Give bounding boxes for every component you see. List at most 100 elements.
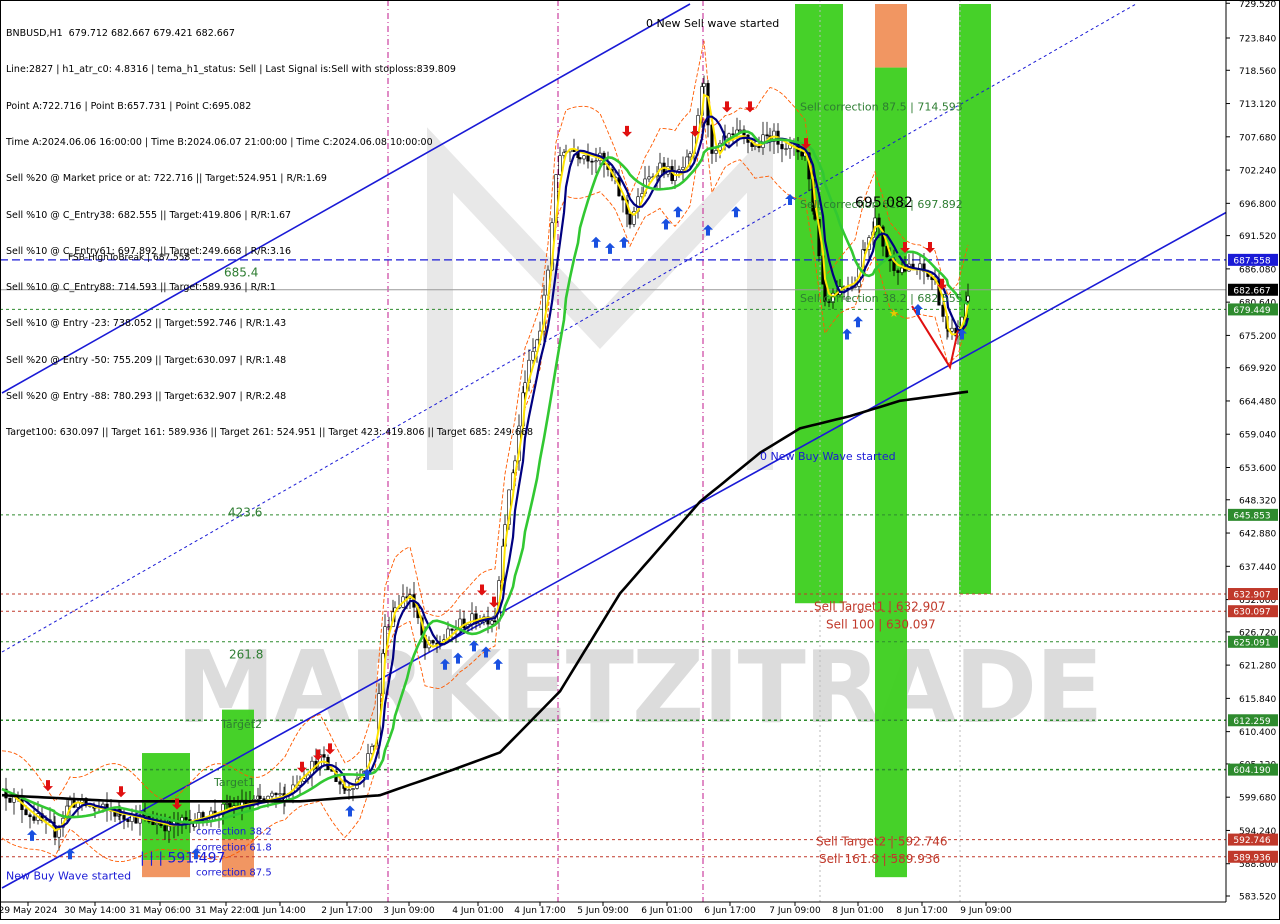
candle-body (184, 817, 188, 820)
info-line: Sell %10 @ Entry -23: 738.052 || Target:… (6, 318, 287, 330)
candle-body (594, 160, 598, 163)
price-tag-label: 682.667 (1233, 286, 1270, 296)
x-tick-label: 8 Jun 01:00 (832, 906, 884, 916)
watermark-text: MARKETZITRADE (176, 629, 1102, 746)
candle-body (450, 628, 454, 631)
chart-annotation: Target2 (220, 718, 262, 731)
candle-body (765, 134, 769, 137)
x-tick-label: 31 May 06:00 (129, 906, 191, 916)
chart-annotation: Target1 (213, 776, 255, 789)
candle-body (155, 822, 159, 825)
x-tick-label: 9 Jun 09:00 (960, 906, 1012, 916)
x-axis-panel (0, 902, 1280, 920)
chart-annotation: 0 New Sell wave started (646, 17, 779, 30)
candle-body (702, 83, 706, 87)
candle-body (941, 304, 945, 317)
y-tick-label: 702.240 (1239, 167, 1276, 177)
price-tag-label: 632.907 (1233, 591, 1270, 601)
candle-body (628, 213, 632, 225)
x-tick-label: 31 May 22:00 (195, 906, 257, 916)
y-tick-label: 610.400 (1239, 728, 1276, 738)
chart-annotation: correction 87.5 (196, 867, 272, 878)
x-tick-label: 7 Jun 09:00 (769, 906, 821, 916)
candle-body (24, 809, 28, 816)
candle-body (126, 819, 130, 822)
candle-body (753, 145, 757, 147)
candle-body (322, 754, 326, 758)
candle-body (738, 129, 742, 132)
candle-body (800, 151, 804, 157)
candle-body (32, 816, 36, 821)
chart-annotation: | | | 591.497 (140, 850, 225, 866)
candle-body (558, 155, 562, 176)
candle-body (151, 821, 155, 825)
y-tick-label: 686.080 (1239, 265, 1276, 275)
candle-body (714, 150, 718, 154)
y-tick-label: 583.520 (1239, 893, 1276, 903)
price-tag-label: 687.558 (1233, 256, 1270, 266)
candle-body (387, 626, 391, 628)
signal-zone-bar (875, 67, 907, 878)
y-tick-label: 718.560 (1239, 67, 1276, 77)
chart-annotation: 261.8 (229, 647, 263, 661)
y-tick-label: 729.520 (1239, 0, 1276, 10)
candle-body (262, 798, 266, 801)
x-tick-label: 30 May 14:00 (64, 906, 126, 916)
x-tick-label: 6 Jun 17:00 (704, 906, 756, 916)
candle-body (896, 270, 900, 273)
candle-body (274, 792, 278, 796)
y-tick-label: 675.200 (1239, 332, 1276, 342)
price-tag-label: 679.449 (1233, 306, 1270, 316)
chart-annotation: Sell Target2 | 592.746 (816, 834, 948, 848)
info-line: BNBUSD,H1 679.712 682.667 679.421 682.66… (6, 28, 235, 40)
x-tick-label: 4 Jun 01:00 (452, 906, 504, 916)
candle-body (966, 295, 970, 302)
candle-body (590, 160, 594, 163)
chart-annotation: Sell 100 | 630.097 (826, 617, 936, 631)
x-tick-label: 2 Jun 17:00 (321, 906, 373, 916)
y-tick-label: 615.840 (1239, 695, 1276, 705)
candle-body (586, 155, 590, 162)
info-line: Point A:722.716 | Point B:657.731 | Poin… (6, 100, 252, 112)
star-marker-icon: ★ (889, 307, 899, 320)
y-tick-label: 691.520 (1239, 232, 1276, 242)
y-tick-label: 637.440 (1239, 563, 1276, 573)
info-line: Sell %20 @ Market price or at: 722.716 |… (6, 173, 327, 185)
info-line: Sell %10 @ C_Entry61: 697.892 || Target:… (6, 245, 292, 257)
price-tag-label: 630.097 (1233, 608, 1270, 618)
candle-body (490, 620, 494, 625)
candle-body (900, 267, 904, 273)
candle-body (731, 133, 735, 136)
y-tick-label: 664.480 (1239, 397, 1276, 407)
price-tag-label: 625.091 (1233, 638, 1270, 648)
y-tick-label: 599.680 (1239, 794, 1276, 804)
y-tick-label: 621.280 (1239, 662, 1276, 672)
price-tag-label: 604.190 (1233, 766, 1270, 776)
x-tick-label: 3 Jun 09:00 (383, 906, 435, 916)
x-tick-label: 4 Jun 17:00 (514, 906, 566, 916)
chart-annotation: 695.082 (855, 195, 913, 211)
info-line: Sell %10 @ C_Entry88: 714.593 || Target:… (6, 282, 276, 294)
signal-zone-bar (875, 4, 907, 68)
candle-body (28, 814, 32, 818)
candle-body (688, 153, 692, 158)
candle-body (780, 144, 784, 150)
candle-body (761, 134, 765, 148)
y-tick-label: 659.040 (1239, 431, 1276, 441)
chart-annotation: Sell Target1 | 632.907 (814, 600, 946, 614)
candle-body (8, 797, 12, 803)
y-tick-label: 696.800 (1239, 200, 1276, 210)
x-tick-label: 29 May 2024 (0, 906, 58, 916)
candle-body (163, 825, 167, 832)
price-tag-label: 612.259 (1233, 717, 1270, 727)
info-line: Sell %20 @ Entry -88: 780.293 || Target:… (6, 391, 287, 402)
candle-body (228, 803, 232, 808)
y-tick-label: 669.920 (1239, 364, 1276, 374)
candle-body (68, 799, 72, 807)
candle-body (647, 176, 651, 180)
candle-body (784, 148, 788, 150)
info-line: Sell %20 @ Entry -50: 755.209 || Target:… (6, 354, 287, 366)
chart-annotation: 0 New Buy Wave started (760, 450, 896, 463)
y-tick-label: 707.680 (1239, 133, 1276, 143)
candle-body (431, 640, 435, 644)
